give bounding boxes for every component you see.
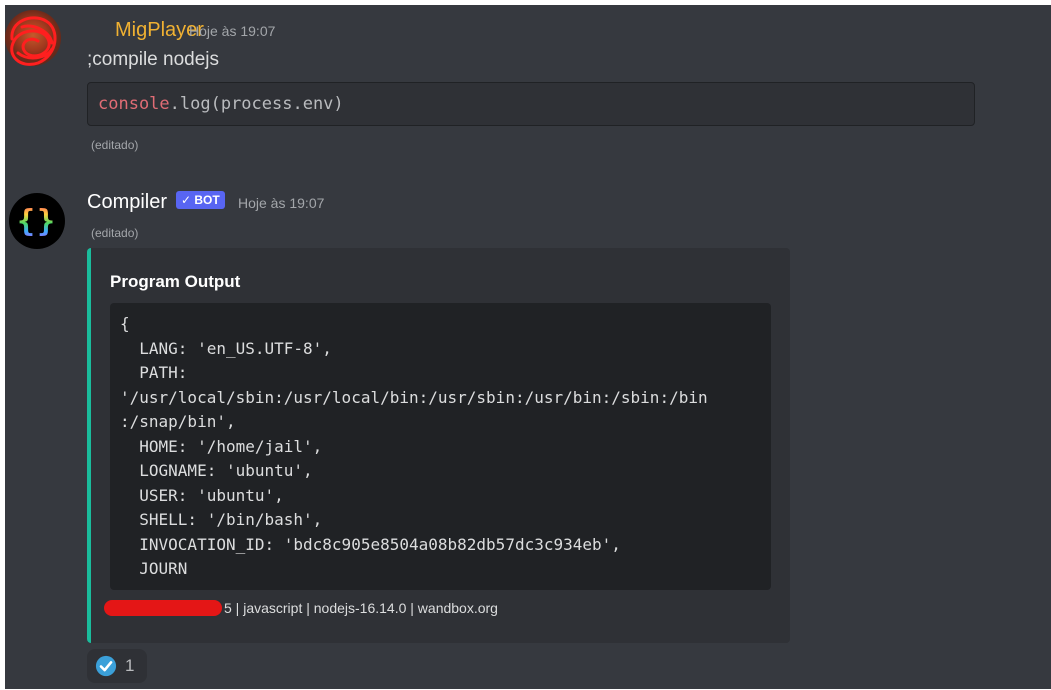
program-output-embed: Program Output { LANG: 'en_US.UTF-8', PA… xyxy=(87,248,790,643)
embed-footer: 5 | javascript | nodejs-16.14.0 | wandbo… xyxy=(104,600,498,616)
message-timestamp: Hoje às 19:07 xyxy=(238,195,325,211)
scribble-overlay xyxy=(10,16,57,66)
bot-badge: ✓ BOT xyxy=(176,191,225,209)
bot-avatar[interactable]: {} xyxy=(9,193,65,249)
braces-logo-icon: {} xyxy=(16,203,58,239)
embed-title: Program Output xyxy=(110,272,241,291)
reaction-button[interactable]: 1 xyxy=(87,649,147,683)
code-keyword: console xyxy=(98,94,170,114)
edited-label: (editado) xyxy=(91,226,139,240)
code-rest: .log(process.env) xyxy=(169,94,344,114)
embed-footer-text: 5 | javascript | nodejs-16.14.0 | wandbo… xyxy=(224,600,498,616)
message-text: ;compile nodejs xyxy=(87,49,220,70)
redaction-mark xyxy=(104,600,222,616)
check-icon xyxy=(95,655,117,677)
chat-area: MigPlayer Hoje às 19:07 ;compile nodejs … xyxy=(5,5,1051,689)
code-block: console.log(process.env) xyxy=(87,82,975,126)
username-compiler[interactable]: Compiler xyxy=(87,191,167,214)
message-timestamp: Hoje às 19:07 xyxy=(189,23,276,39)
user-avatar[interactable] xyxy=(5,10,61,66)
reaction-count: 1 xyxy=(125,656,135,675)
embed-output-code: { LANG: 'en_US.UTF-8', PATH: '/usr/local… xyxy=(110,303,771,590)
edited-label: (editado) xyxy=(91,138,139,152)
